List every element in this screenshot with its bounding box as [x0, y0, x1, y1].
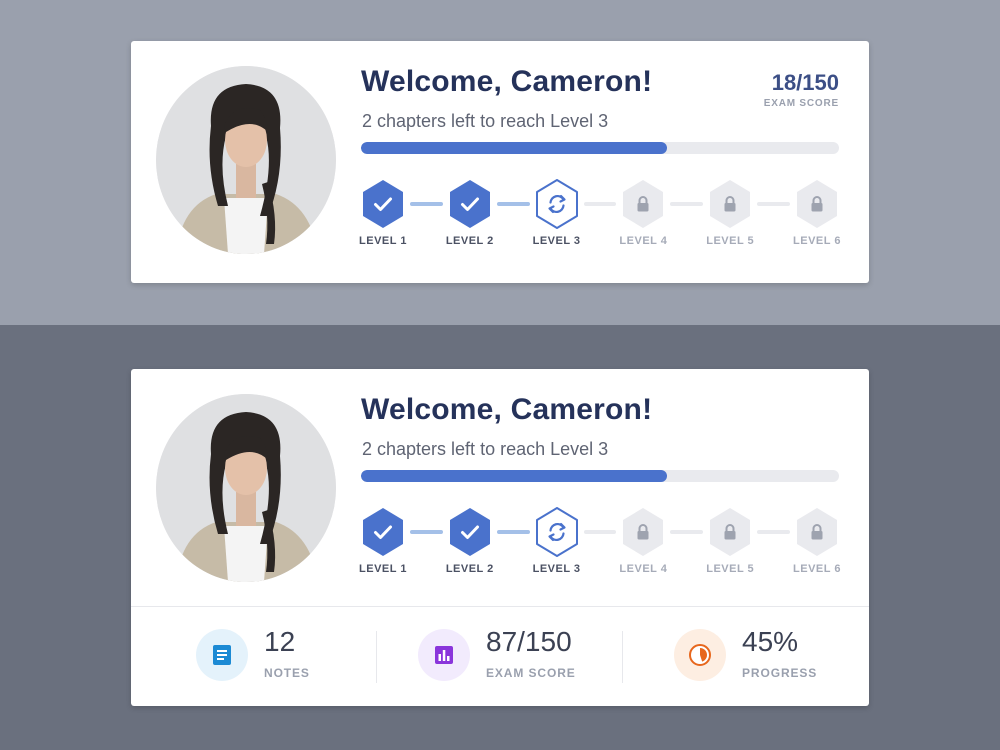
level-label: LEVEL 4 [619, 563, 668, 575]
welcome-card-compact: Welcome, Cameron! 2 chapters left to rea… [131, 41, 869, 283]
lock-icon [710, 180, 751, 228]
welcome-heading: Welcome, Cameron! [361, 393, 653, 426]
lock-icon [797, 508, 837, 556]
notes-count: 12 [264, 626, 296, 657]
notes-label: NOTES [264, 666, 310, 680]
stats-divider [131, 606, 869, 607]
level-connector [496, 530, 530, 534]
level-connector [583, 202, 617, 206]
check-icon [449, 508, 490, 556]
refresh-icon [535, 507, 578, 557]
level-label: LEVEL 2 [445, 563, 494, 575]
level-connector [670, 202, 704, 206]
level-2-step[interactable]: LEVEL 2 [446, 507, 493, 575]
avatar [156, 66, 336, 254]
level-label: LEVEL 4 [619, 235, 668, 247]
level-2-step[interactable]: LEVEL 2 [446, 179, 493, 247]
level-1-step[interactable]: LEVEL 1 [359, 179, 406, 247]
lock-icon [797, 180, 837, 228]
level-label: LEVEL 6 [793, 235, 841, 247]
level-4-step[interactable]: LEVEL 4 [619, 179, 667, 247]
level-progress-fill [361, 470, 667, 482]
pie-progress-icon [674, 629, 726, 681]
level-connector [583, 530, 617, 534]
level-connector [496, 202, 530, 206]
exam-score-value: 18/150 [771, 70, 839, 95]
check-icon [363, 508, 403, 556]
lock-icon [623, 180, 664, 228]
chapters-remaining-text: 2 chapters left to reach Level 3 [362, 439, 609, 459]
exam-score-label: EXAM SCORE [763, 98, 839, 109]
level-4-step[interactable]: LEVEL 4 [619, 507, 667, 575]
level-label: LEVEL 1 [359, 235, 407, 247]
refresh-icon [535, 179, 578, 229]
check-icon [449, 180, 490, 228]
level-label: LEVEL 1 [359, 563, 407, 575]
level-5-step[interactable]: LEVEL 5 [706, 507, 754, 575]
level-label: LEVEL 6 [793, 563, 841, 575]
lock-icon [710, 508, 751, 556]
level-track: LEVEL 1 LEVEL 2 LEVEL 3 LEVEL 4 LEVEL 5 LEVEL… [359, 507, 840, 577]
level-3-step[interactable]: LEVEL 3 [533, 179, 580, 247]
check-icon [363, 180, 403, 228]
exam-score-summary: 18/150 EXAM SCORE [763, 70, 839, 110]
level-label: LEVEL 3 [532, 235, 581, 247]
exam-score-value: 87/150 [486, 626, 572, 657]
level-label: LEVEL 3 [532, 563, 581, 575]
avatar-photo [156, 66, 336, 254]
welcome-heading: Welcome, Cameron! [361, 65, 653, 98]
level-label: LEVEL 2 [445, 235, 494, 247]
stat-separator [622, 631, 623, 683]
level-1-step[interactable]: LEVEL 1 [359, 507, 406, 575]
level-3-step[interactable]: LEVEL 3 [533, 507, 580, 575]
bar-chart-icon [418, 629, 470, 681]
level-5-step[interactable]: LEVEL 5 [706, 179, 754, 247]
level-6-step[interactable]: LEVEL 6 [793, 179, 840, 247]
chapters-remaining-text: 2 chapters left to reach Level 3 [362, 111, 609, 131]
progress-label: PROGRESS [742, 666, 818, 680]
level-connector [757, 202, 790, 206]
notes-icon [196, 629, 248, 681]
lock-icon [623, 508, 664, 556]
avatar [156, 394, 336, 582]
level-connector [670, 530, 704, 534]
level-progress-fill [361, 142, 667, 154]
welcome-card-stats: Welcome, Cameron! 2 chapters left to rea… [131, 369, 869, 706]
level-progress-bar [361, 470, 839, 482]
avatar-photo [156, 394, 336, 582]
stat-separator [376, 631, 377, 683]
progress-percent: 45% [742, 626, 799, 657]
level-connector [757, 530, 790, 534]
progress-pie [689, 644, 711, 666]
level-connector [410, 202, 443, 206]
exam-score-label: EXAM SCORE [486, 666, 576, 680]
level-label: LEVEL 5 [706, 563, 755, 575]
level-6-step[interactable]: LEVEL 6 [793, 507, 840, 575]
level-progress-bar [361, 142, 839, 154]
level-connector [410, 530, 443, 534]
level-label: LEVEL 5 [706, 235, 755, 247]
level-track: LEVEL 1 LEVEL 2 LEVEL 3 LEVEL 4 LEVEL 5 LEVEL… [359, 179, 840, 249]
